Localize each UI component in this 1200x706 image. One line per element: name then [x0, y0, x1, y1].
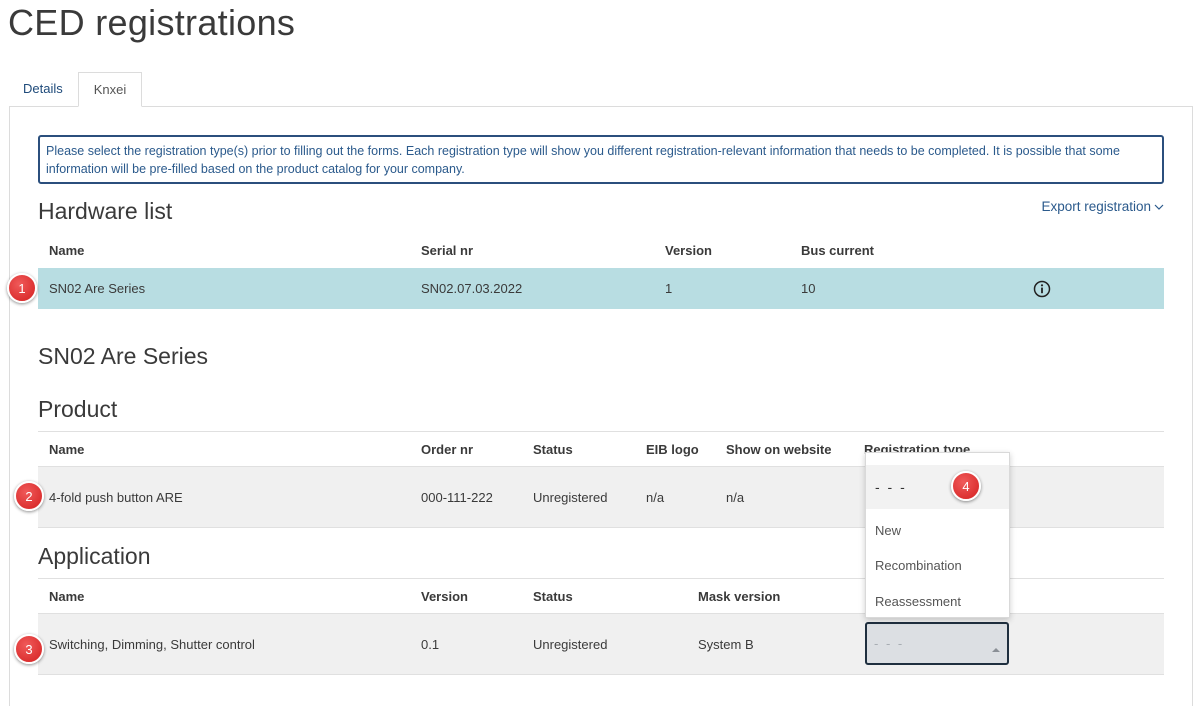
application-version-cell: 0.1	[421, 636, 440, 652]
annotation-marker-3: 3	[14, 634, 44, 664]
hardware-bus-current-cell: 10	[801, 281, 816, 296]
column-header-version: Version	[665, 242, 712, 258]
chevron-down-icon	[1154, 199, 1164, 214]
column-header-order-nr: Order nr	[421, 441, 474, 457]
dropdown-option-new[interactable]: New	[866, 516, 1009, 544]
tab-bar: Details Knxei	[8, 72, 143, 107]
hardware-table-header: Name Serial nr Version Bus current	[38, 233, 1164, 267]
column-header-status: Status	[533, 441, 573, 457]
column-header-eib-logo: EIB logo	[646, 441, 699, 457]
hardware-version-cell: 1	[665, 281, 673, 296]
export-registration-link[interactable]: Export registration	[1041, 199, 1164, 214]
column-header-name: Name	[49, 242, 85, 258]
registration-type-dropdown-menu: - - - New Recombination Reassessment	[865, 452, 1010, 618]
hardware-name-cell: SN02 Are Series	[49, 281, 146, 296]
dropdown-option-placeholder[interactable]: - - -	[866, 465, 1009, 509]
dropdown-option-reassessment[interactable]: Reassessment	[866, 587, 1009, 615]
registration-notice: Please select the registration type(s) p…	[38, 135, 1164, 184]
application-mask-version-cell: System B	[698, 636, 754, 652]
product-section-title: Product	[38, 396, 118, 422]
column-header-bus-current: Bus current	[801, 242, 874, 258]
hardware-list-title: Hardware list	[38, 198, 173, 224]
column-header-show-on-website: Show on website	[726, 441, 832, 457]
product-name-cell: 4-fold push button ARE	[49, 489, 183, 505]
column-header-name: Name	[49, 441, 85, 457]
product-show-on-website-cell: n/a	[726, 489, 745, 505]
application-status-cell: Unregistered	[533, 636, 608, 652]
hardware-serial-cell: SN02.07.03.2022	[421, 281, 523, 296]
column-header-status: Status	[533, 588, 573, 604]
application-name-cell: Switching, Dimming, Shutter control	[49, 636, 255, 652]
export-registration-label: Export registration	[1041, 199, 1151, 214]
annotation-marker-4: 4	[951, 471, 981, 501]
info-icon[interactable]	[1033, 268, 1051, 309]
page-title: CED registrations	[8, 2, 296, 43]
hardware-row-selected[interactable]: SN02 Are Series SN02.07.03.2022 1 10	[38, 268, 1164, 309]
product-status-cell: Unregistered	[533, 489, 608, 505]
annotation-marker-1: 1	[7, 273, 37, 303]
column-header-mask-version: Mask version	[698, 588, 781, 604]
column-header-serial-nr: Serial nr	[421, 242, 474, 258]
application-section-title: Application	[38, 543, 151, 569]
annotation-marker-2: 2	[14, 481, 44, 511]
tab-knxei[interactable]: Knxei	[77, 72, 143, 107]
registration-type-select[interactable]: - - -	[865, 622, 1009, 665]
caret-up-icon	[992, 641, 1000, 656]
registration-type-select-value: - - -	[874, 636, 905, 651]
tab-details[interactable]: Details	[8, 72, 78, 107]
column-header-version: Version	[421, 588, 468, 604]
product-order-nr-cell: 000-111-222	[421, 489, 493, 505]
dropdown-option-recombination[interactable]: Recombination	[866, 551, 1009, 579]
selected-hardware-title: SN02 Are Series	[38, 343, 209, 369]
column-header-name: Name	[49, 588, 85, 604]
product-eib-logo-cell: n/a	[646, 489, 665, 505]
